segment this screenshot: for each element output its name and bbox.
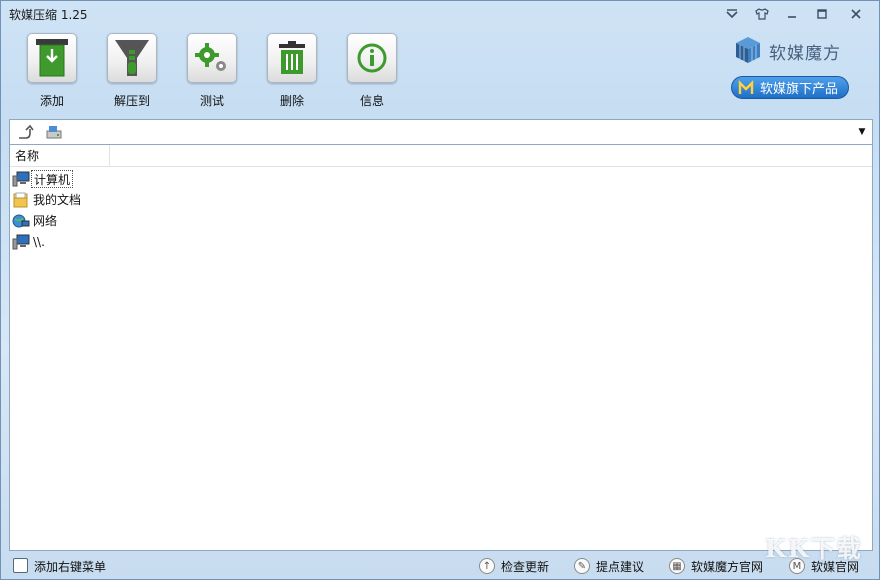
- test-button[interactable]: 测试: [182, 31, 242, 111]
- status-bar: 添加右键菜单 ↑ 检查更新 ✎ 提点建议 ▦ 软媒魔方官网 M 软媒官网: [1, 553, 879, 579]
- delete-button[interactable]: 删除: [262, 31, 322, 111]
- info-label: 信息: [359, 94, 384, 108]
- extract-to-label: 解压到: [113, 94, 150, 108]
- file-list: 名称 计算机 我的文档 网络 \\.: [9, 145, 873, 551]
- arrow-up-icon: ↑: [479, 558, 495, 574]
- pen-icon: ✎: [574, 558, 590, 574]
- delete-label: 删除: [279, 94, 304, 108]
- products-button[interactable]: 软媒旗下产品: [731, 76, 849, 99]
- list-item[interactable]: 计算机: [12, 169, 74, 189]
- minimize-icon[interactable]: [779, 4, 805, 24]
- feedback-label: 提点建议: [596, 559, 645, 574]
- m-logo-icon: [738, 79, 754, 96]
- documents-folder-icon: [12, 192, 30, 208]
- skin-shirt-icon[interactable]: [749, 4, 775, 24]
- context-menu-label: 添加右键菜单: [34, 560, 107, 574]
- list-item[interactable]: 我的文档: [12, 190, 83, 210]
- add-button[interactable]: 添加: [22, 31, 82, 111]
- zipper-icon: [107, 33, 157, 83]
- path-input[interactable]: [70, 125, 850, 141]
- list-item-label: 我的文档: [33, 193, 82, 207]
- info-button[interactable]: 信息: [342, 31, 402, 111]
- close-icon[interactable]: [843, 4, 869, 24]
- up-folder-icon[interactable]: [12, 122, 38, 142]
- column-header-row: 名称: [10, 145, 872, 167]
- menu-dropdown-icon[interactable]: [719, 4, 745, 24]
- context-menu-checkbox[interactable]: [13, 558, 28, 573]
- feedback-link[interactable]: ✎ 提点建议: [574, 556, 644, 576]
- extract-to-button[interactable]: 解压到: [102, 31, 162, 111]
- drive-icon: [42, 122, 66, 142]
- cube-logo-icon: [736, 37, 760, 63]
- chevron-down-icon[interactable]: ▼: [855, 123, 869, 141]
- mofang-site-label: 软媒魔方官网: [691, 559, 764, 574]
- column-header-name[interactable]: 名称: [10, 145, 110, 167]
- list-item[interactable]: 网络: [12, 211, 59, 231]
- maximize-icon[interactable]: [809, 4, 835, 24]
- list-item-label: \\.: [33, 235, 45, 249]
- app-window: 软媒压缩 1.25 添加 解压到 测试 删除 信息 软媒魔方 软媒旗下产品 ▼ …: [0, 0, 880, 580]
- test-label: 测试: [199, 94, 224, 108]
- computer-icon: [12, 234, 30, 250]
- check-update-label: 检查更新: [501, 559, 550, 574]
- check-update-link[interactable]: ↑ 检查更新: [479, 556, 549, 576]
- mofang-site-link[interactable]: ▦ 软媒魔方官网: [669, 556, 763, 576]
- title-bar[interactable]: 软媒压缩 1.25: [1, 1, 879, 27]
- brand-logo: 软媒魔方: [733, 35, 853, 65]
- list-item-label: 计算机: [31, 170, 74, 188]
- grid-icon: ▦: [669, 558, 685, 574]
- products-button-label: 软媒旗下产品: [760, 82, 839, 97]
- network-icon: [12, 213, 30, 229]
- info-icon: [347, 33, 397, 83]
- window-title: 软媒压缩 1.25: [9, 8, 88, 22]
- watermark: KK下载: [765, 534, 863, 563]
- list-item[interactable]: \\.: [12, 232, 47, 252]
- add-label: 添加: [39, 94, 64, 108]
- brand-name: 软媒魔方: [769, 44, 841, 64]
- computer-icon: [12, 171, 30, 187]
- add-icon: [27, 33, 77, 83]
- gears-icon: [187, 33, 237, 83]
- address-bar: ▼: [9, 119, 873, 145]
- list-item-label: 网络: [33, 214, 58, 228]
- trash-icon: [267, 33, 317, 83]
